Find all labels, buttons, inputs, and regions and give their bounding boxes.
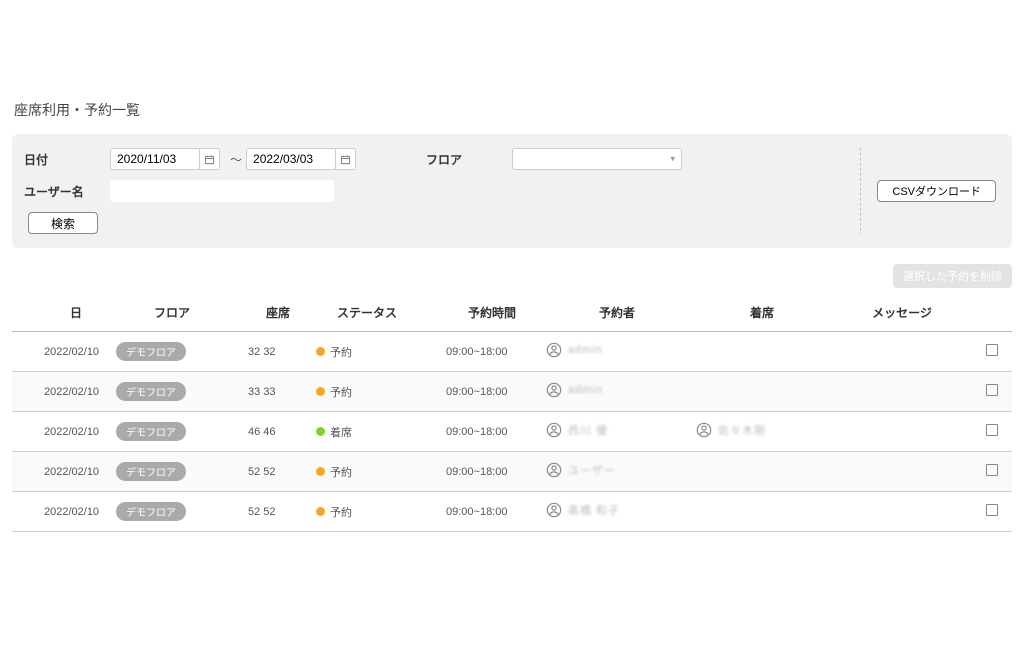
cell-msg — [832, 372, 972, 412]
cell-seat: 52 52 — [232, 492, 312, 532]
status-dot-icon — [316, 347, 325, 356]
status-dot-icon — [316, 467, 325, 476]
row-checkbox[interactable] — [986, 464, 998, 476]
cell-time: 09:00~18:00 — [422, 372, 542, 412]
user-icon — [546, 502, 562, 518]
floor-select[interactable]: ▾ — [512, 148, 682, 170]
status-dot-icon — [316, 427, 325, 436]
cell-seat: 33 33 — [232, 372, 312, 412]
cell-msg — [832, 452, 972, 492]
floor-chip: デモフロア — [116, 382, 186, 401]
cell-time: 09:00~18:00 — [422, 452, 542, 492]
col-seater: 着席 — [692, 294, 832, 332]
user-name: 西川 優 — [568, 422, 608, 438]
user-icon — [696, 422, 712, 438]
floor-chip: デモフロア — [116, 502, 186, 521]
csv-download-button[interactable]: CSVダウンロード — [877, 180, 996, 202]
status-dot-icon — [316, 507, 325, 516]
search-button[interactable]: 検索 — [28, 212, 98, 234]
status-dot-icon — [316, 387, 325, 396]
floor-chip: デモフロア — [116, 342, 186, 361]
floor-chip: デモフロア — [116, 462, 186, 481]
cell-msg — [832, 332, 972, 372]
chevron-down-icon: ▾ — [670, 154, 675, 165]
cell-seat: 32 32 — [232, 332, 312, 372]
status-badge: 予約 — [316, 384, 352, 400]
cell-date: 2022/02/10 — [12, 332, 112, 372]
floor-chip: デモフロア — [116, 422, 186, 441]
col-seat: 座席 — [232, 294, 312, 332]
table-row: 2022/02/10デモフロア 52 52予約 09:00~18:00 高橋 和子 — [12, 492, 1012, 532]
table-row: 2022/02/10デモフロア 52 52予約 09:00~18:00 ユーザー — [12, 452, 1012, 492]
cell-date: 2022/02/10 — [12, 372, 112, 412]
table-row: 2022/02/10デモフロア 33 33予約 09:00~18:00 admin — [12, 372, 1012, 412]
calendar-icon — [340, 154, 351, 165]
cell-msg — [832, 492, 972, 532]
page-title: 座席利用・予約一覧 — [14, 100, 1012, 120]
user-name: admin — [568, 384, 603, 396]
reservation-table: 日 フロア 座席 ステータス 予約時間 予約者 着席 メッセージ 2022/02… — [12, 294, 1012, 532]
status-badge: 予約 — [316, 504, 352, 520]
user-icon — [546, 462, 562, 478]
floor-label: フロア — [426, 151, 512, 168]
calendar-icon — [204, 154, 215, 165]
user-name: 高橋 和子 — [568, 502, 620, 518]
filter-divider — [860, 148, 861, 234]
col-time: 予約時間 — [422, 294, 542, 332]
user-label: ユーザー名 — [24, 183, 110, 200]
seater-name: 佐々木剛 — [718, 422, 766, 438]
row-checkbox[interactable] — [986, 344, 998, 356]
row-checkbox[interactable] — [986, 424, 998, 436]
date-label: 日付 — [24, 151, 110, 168]
date-from-calendar-button[interactable] — [199, 149, 219, 169]
user-name-input[interactable] — [110, 180, 334, 202]
status-badge: 予約 — [316, 464, 352, 480]
user-icon — [546, 342, 562, 358]
col-status: ステータス — [312, 294, 422, 332]
cell-date: 2022/02/10 — [12, 412, 112, 452]
cell-date: 2022/02/10 — [12, 492, 112, 532]
col-check — [972, 294, 1012, 332]
user-name: ユーザー — [568, 462, 616, 478]
col-date: 日 — [12, 294, 112, 332]
cell-msg — [832, 412, 972, 452]
table-row: 2022/02/10デモフロア 46 46着席 09:00~18:00 西川 優 佐々木… — [12, 412, 1012, 452]
cell-time: 09:00~18:00 — [422, 412, 542, 452]
date-to-calendar-button[interactable] — [335, 149, 355, 169]
status-badge: 着席 — [316, 424, 352, 440]
delete-selected-button[interactable]: 選択した予約を削除 — [893, 264, 1012, 288]
table-row: 2022/02/10デモフロア 32 32予約 09:00~18:00 admin — [12, 332, 1012, 372]
user-name: admin — [568, 344, 603, 356]
filter-bar: 日付 〜 フロア ▾ — [12, 134, 1012, 248]
col-msg: メッセージ — [832, 294, 972, 332]
cell-time: 09:00~18:00 — [422, 332, 542, 372]
date-range-separator: 〜 — [230, 151, 242, 168]
row-checkbox[interactable] — [986, 384, 998, 396]
cell-seat: 52 52 — [232, 452, 312, 492]
cell-time: 09:00~18:00 — [422, 492, 542, 532]
col-floor: フロア — [112, 294, 232, 332]
status-badge: 予約 — [316, 344, 352, 360]
user-icon — [546, 382, 562, 398]
col-user: 予約者 — [542, 294, 692, 332]
user-icon — [546, 422, 562, 438]
cell-date: 2022/02/10 — [12, 452, 112, 492]
cell-seat: 46 46 — [232, 412, 312, 452]
row-checkbox[interactable] — [986, 504, 998, 516]
